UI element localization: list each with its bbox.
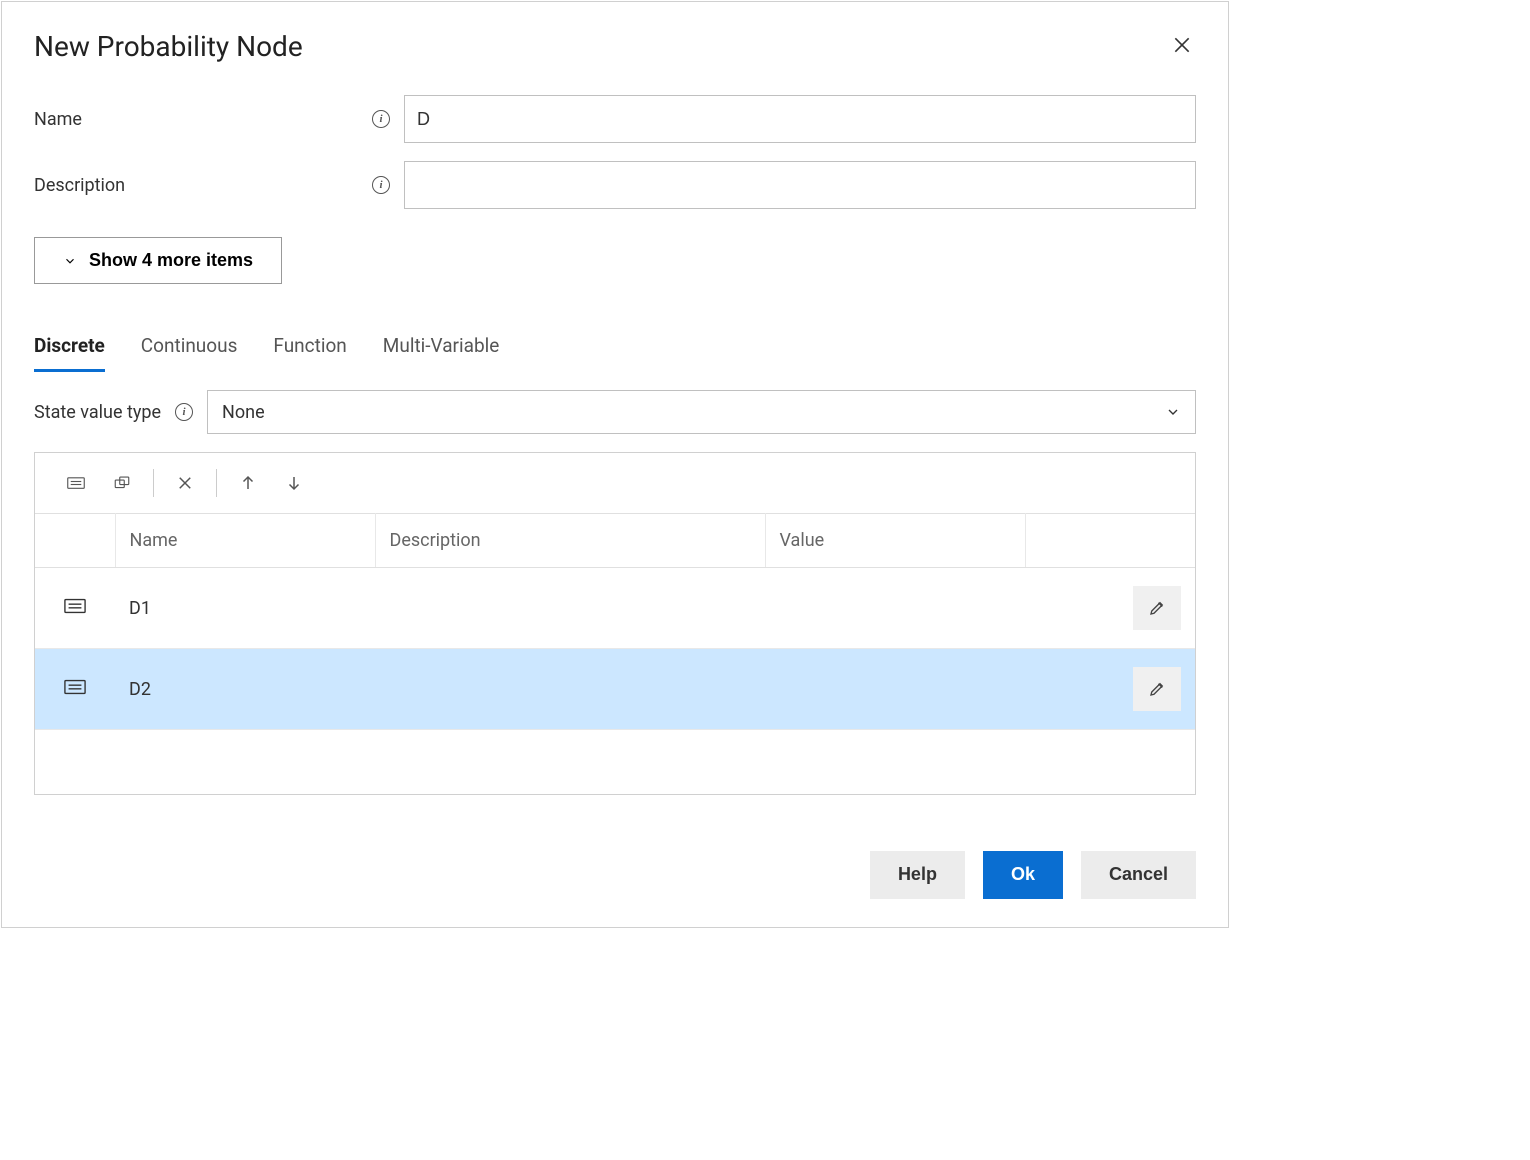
row-icon bbox=[67, 474, 85, 492]
add-state-button[interactable] bbox=[53, 466, 99, 500]
tab-continuous[interactable]: Continuous bbox=[141, 328, 238, 372]
pencil-icon bbox=[1148, 599, 1166, 617]
name-row: Name i bbox=[34, 95, 1196, 143]
cancel-button[interactable]: Cancel bbox=[1081, 851, 1196, 899]
tab-multi-variable[interactable]: Multi-Variable bbox=[383, 328, 500, 372]
description-input[interactable] bbox=[404, 161, 1196, 209]
table-toolbar bbox=[35, 453, 1195, 513]
col-name-header[interactable]: Name bbox=[115, 514, 375, 568]
description-label-col: Description i bbox=[34, 175, 404, 196]
duplicate-state-button[interactable] bbox=[99, 466, 145, 500]
toolbar-divider bbox=[153, 469, 154, 497]
states-table-container: Name Description Value D1 bbox=[34, 452, 1196, 795]
name-input[interactable] bbox=[404, 95, 1196, 143]
move-down-button[interactable] bbox=[271, 466, 317, 500]
dialog-header: New Probability Node bbox=[34, 30, 1196, 63]
cell-value bbox=[765, 568, 1025, 649]
state-value-type-select[interactable]: None bbox=[207, 390, 1196, 434]
dialog-footer: Help Ok Cancel bbox=[34, 851, 1196, 899]
state-value-type-row: State value type i None bbox=[34, 390, 1196, 434]
new-probability-node-dialog: New Probability Node Name i Description … bbox=[1, 1, 1229, 928]
col-handle-header bbox=[35, 514, 115, 568]
name-label-col: Name i bbox=[34, 109, 404, 130]
chevron-down-icon bbox=[1165, 404, 1181, 420]
toolbar-divider bbox=[216, 469, 217, 497]
state-value-type-label: State value type bbox=[34, 402, 161, 423]
show-more-label: Show 4 more items bbox=[89, 250, 253, 271]
name-info-icon[interactable]: i bbox=[372, 110, 390, 128]
dialog-title: New Probability Node bbox=[34, 30, 303, 63]
name-label: Name bbox=[34, 109, 82, 130]
states-table: Name Description Value D1 bbox=[35, 513, 1195, 794]
cell-value bbox=[765, 649, 1025, 730]
col-description-header[interactable]: Description bbox=[375, 514, 765, 568]
duplicate-icon bbox=[113, 474, 131, 492]
show-more-button[interactable]: Show 4 more items bbox=[34, 237, 282, 284]
cell-description bbox=[375, 568, 765, 649]
close-button[interactable] bbox=[1168, 31, 1196, 62]
delete-state-button[interactable] bbox=[162, 466, 208, 500]
cell-name: D1 bbox=[115, 568, 375, 649]
row-handle-icon bbox=[64, 679, 86, 700]
tabs: Discrete Continuous Function Multi-Varia… bbox=[34, 328, 1196, 372]
x-icon bbox=[176, 474, 194, 492]
description-label: Description bbox=[34, 175, 125, 196]
state-value-type-selected: None bbox=[222, 402, 265, 423]
edit-row-button[interactable] bbox=[1133, 586, 1181, 630]
row-handle-icon bbox=[64, 598, 86, 619]
move-up-button[interactable] bbox=[225, 466, 271, 500]
cell-description bbox=[375, 649, 765, 730]
col-value-header[interactable]: Value bbox=[765, 514, 1025, 568]
arrow-down-icon bbox=[285, 474, 303, 492]
table-header-row: Name Description Value bbox=[35, 514, 1195, 568]
state-value-type-info-icon[interactable]: i bbox=[175, 403, 193, 421]
table-row[interactable]: D2 bbox=[35, 649, 1195, 730]
chevron-down-icon bbox=[63, 254, 77, 268]
col-actions-header bbox=[1025, 514, 1195, 568]
edit-row-button[interactable] bbox=[1133, 667, 1181, 711]
tab-discrete[interactable]: Discrete bbox=[34, 328, 105, 372]
description-row: Description i bbox=[34, 161, 1196, 209]
cell-name: D2 bbox=[115, 649, 375, 730]
arrow-up-icon bbox=[239, 474, 257, 492]
pencil-icon bbox=[1148, 680, 1166, 698]
description-info-icon[interactable]: i bbox=[372, 176, 390, 194]
table-row[interactable]: D1 bbox=[35, 568, 1195, 649]
table-empty-row bbox=[35, 730, 1195, 794]
tab-function[interactable]: Function bbox=[273, 328, 346, 372]
help-button[interactable]: Help bbox=[870, 851, 965, 899]
state-value-type-select-wrap: None bbox=[207, 390, 1196, 434]
ok-button[interactable]: Ok bbox=[983, 851, 1063, 899]
close-icon bbox=[1172, 35, 1192, 55]
